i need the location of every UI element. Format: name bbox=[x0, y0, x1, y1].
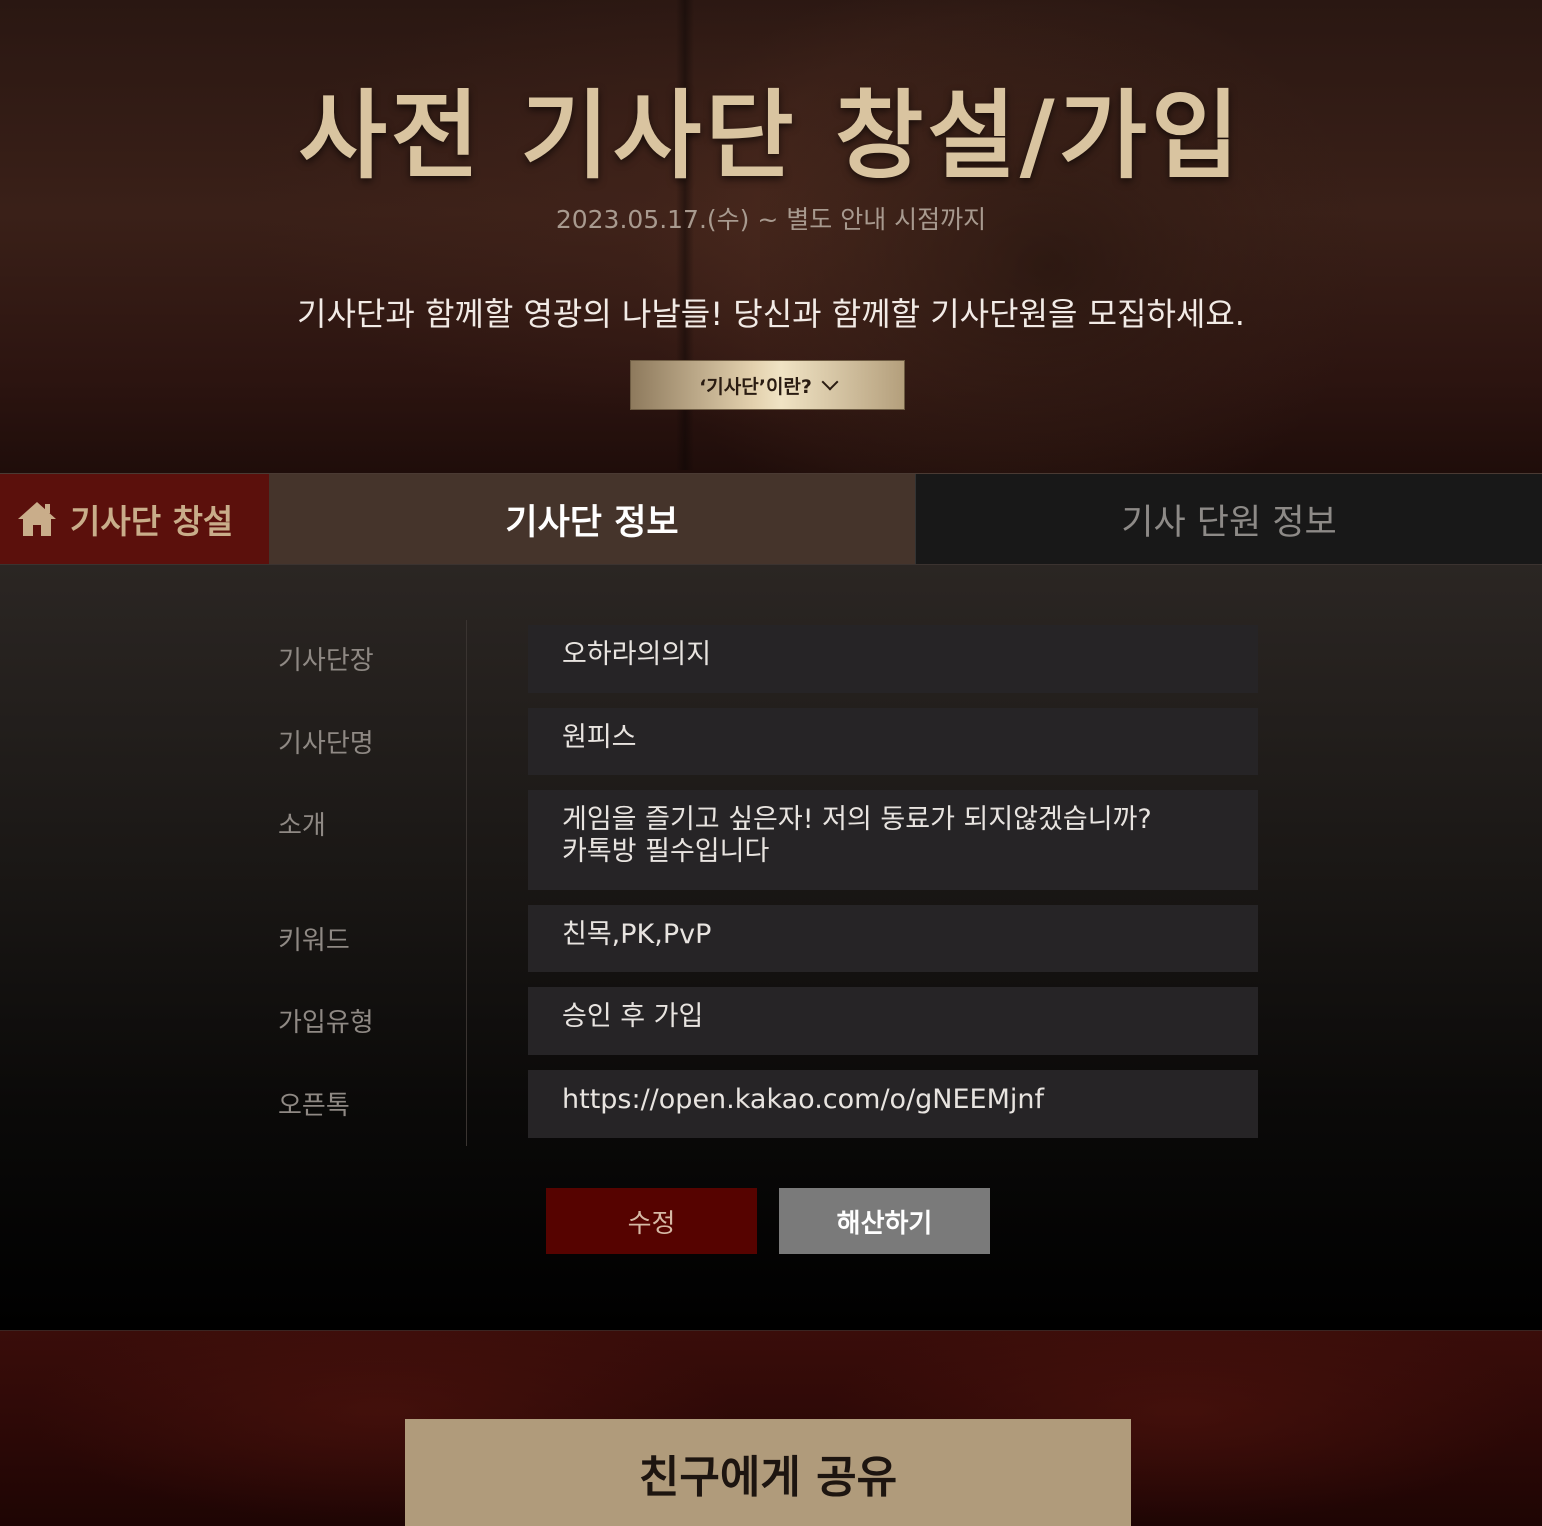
hero-description: 기사단과 함께할 영광의 나날들! 당신과 함께할 기사단원을 모집하세요. bbox=[297, 295, 1245, 333]
tab-create-knights[interactable]: 기사단 창설 bbox=[0, 474, 269, 564]
open-chat-field[interactable]: https://open.kakao.com/o/gNEEMjnf bbox=[528, 1070, 1258, 1138]
label-divider bbox=[466, 620, 467, 1146]
keyword-label: 키워드 bbox=[278, 926, 350, 956]
join-type-label: 가입유형 bbox=[278, 1008, 374, 1038]
event-period: 2023.05.17.(수) ~ 별도 안내 시점까지 bbox=[555, 205, 987, 234]
intro-label: 소개 bbox=[278, 811, 326, 841]
intro-line: 게임을 즐기고 싶은자! 저의 동료가 되지않겠습니까? bbox=[562, 804, 1152, 835]
knights-info-panel: 기사단장 오하라의의지 기사단명 원피스 소개 게임을 즐기고 싶은자! 저의 … bbox=[0, 565, 1542, 1330]
share-to-friend-button[interactable]: 친구에게 공유 bbox=[405, 1419, 1131, 1526]
page-title: 사전 기사단 창설/가입 bbox=[298, 79, 1244, 192]
tab-knights-info[interactable]: 기사단 정보 bbox=[269, 474, 915, 564]
chevron-down-icon bbox=[821, 373, 839, 391]
tab-members-label: 기사 단원 정보 bbox=[1121, 502, 1337, 543]
dissolve-button[interactable]: 해산하기 bbox=[779, 1188, 990, 1254]
tab-create-label: 기사단 창설 bbox=[70, 502, 234, 541]
leader-label: 기사단장 bbox=[278, 646, 374, 676]
knights-name-field: 원피스 bbox=[528, 708, 1258, 775]
home-icon bbox=[18, 502, 56, 536]
what-is-knights-button[interactable]: ‘기사단’이란? bbox=[630, 360, 905, 410]
tab-info-label: 기사단 정보 bbox=[505, 502, 679, 543]
share-section: 친구에게 공유 bbox=[0, 1330, 1542, 1526]
tab-member-info[interactable]: 기사 단원 정보 bbox=[915, 474, 1542, 564]
what-is-knights-label: ‘기사단’이란? bbox=[699, 375, 812, 398]
tab-bar: 기사단 창설 기사단 정보 기사 단원 정보 bbox=[0, 473, 1542, 565]
join-type-field: 승인 후 가입 bbox=[528, 987, 1258, 1055]
edit-button[interactable]: 수정 bbox=[546, 1188, 757, 1254]
keyword-field: 친목,PK,PvP bbox=[528, 905, 1258, 972]
leader-field: 오하라의의지 bbox=[528, 625, 1258, 693]
intro-line: 카톡방 필수입니다 bbox=[562, 836, 770, 867]
intro-field: 게임을 즐기고 싶은자! 저의 동료가 되지않겠습니까? 카톡방 필수입니다 bbox=[528, 790, 1258, 890]
open-chat-label: 오픈톡 bbox=[278, 1091, 350, 1121]
knights-name-label: 기사단명 bbox=[278, 729, 374, 759]
hero-banner: 사전 기사단 창설/가입 2023.05.17.(수) ~ 별도 안내 시점까지… bbox=[0, 0, 1542, 473]
